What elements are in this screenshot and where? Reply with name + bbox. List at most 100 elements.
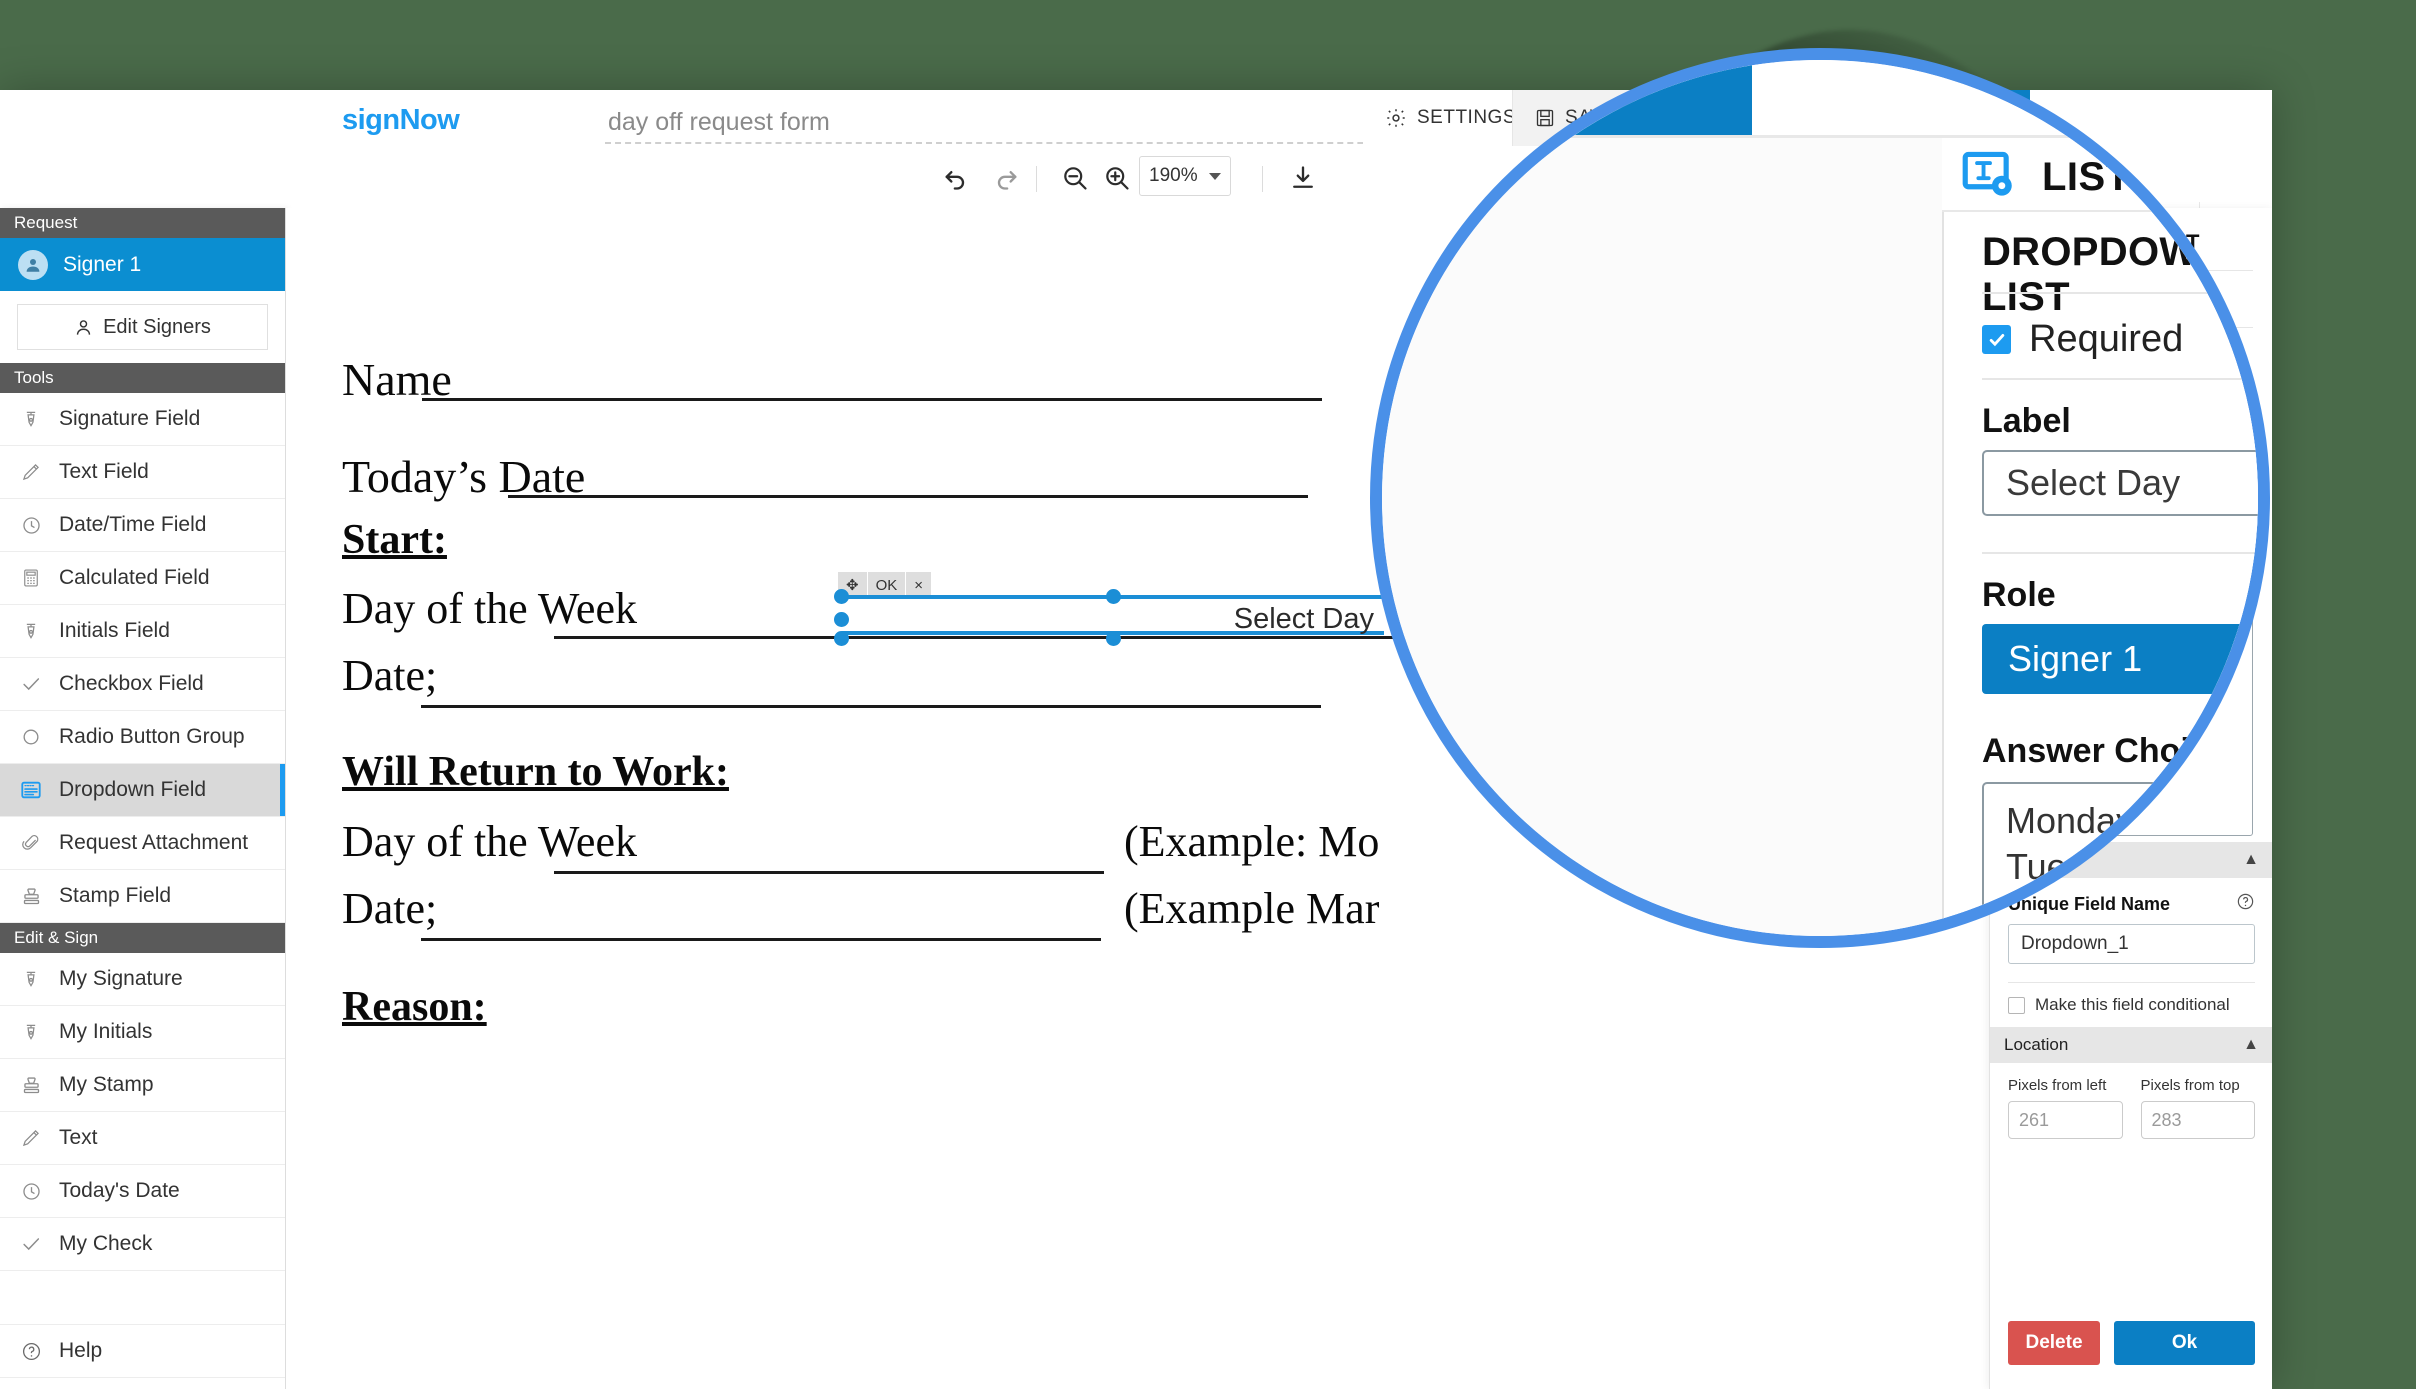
sidebar-item-label: Signature Field <box>59 407 201 430</box>
magnifier-content: SIGN LIST DROPDOWN LIST Required Label S… <box>1382 60 2258 936</box>
sidebar-section-request: Request <box>0 208 285 238</box>
magnified-required-row[interactable]: Required <box>1982 318 2183 361</box>
person-icon <box>74 318 93 337</box>
doc-label-return-day-of-week: Day of the Week <box>342 817 637 866</box>
conditional-label: Make this field conditional <box>2035 995 2230 1014</box>
doc-rule-todays-date <box>508 495 1308 498</box>
magnified-required-label: Required <box>2029 318 2184 360</box>
doc-heading-reason: Reason: <box>342 984 487 1030</box>
location-heading: Location <box>2004 1035 2069 1054</box>
clock-icon <box>18 1181 44 1202</box>
calculator-icon <box>18 568 44 588</box>
sidebar-item-label: Date/Time Field <box>59 513 207 536</box>
document-title[interactable]: day off request form <box>608 108 830 137</box>
pen-nib-icon <box>18 969 44 989</box>
sidebar-item-request-attachment[interactable]: Request Attachment <box>0 817 285 870</box>
ok-button[interactable]: Ok <box>2114 1321 2255 1365</box>
sidebar-item-date-time-field[interactable]: Date/Time Field <box>0 499 285 552</box>
stamp-icon <box>18 1075 44 1096</box>
field-widget-label: Select Day <box>1233 603 1374 635</box>
resize-handle-bottom-center[interactable] <box>1106 631 1121 646</box>
doc-note-example-day: (Example: Mo <box>1124 817 1380 866</box>
resize-handle-bottom-left[interactable] <box>834 631 849 646</box>
zoom-level-value: 190% <box>1149 165 1198 186</box>
sidebar-item-signer-1[interactable]: Signer 1 <box>0 238 285 291</box>
sidebar-item-label: Initials Field <box>59 619 170 642</box>
pixels-from-left-input[interactable]: 261 <box>2008 1101 2123 1139</box>
download-icon[interactable] <box>1285 162 1321 194</box>
sidebar-item-initials-field[interactable]: Initials Field <box>0 605 285 658</box>
check-icon <box>18 1233 44 1255</box>
doc-label-start-date: Date; <box>342 651 438 700</box>
sidebar-item-label: Signer 1 <box>63 252 142 276</box>
magnifier-loupe: SIGN LIST DROPDOWN LIST Required Label S… <box>1370 48 2270 948</box>
sidebar-item-dropdown-field[interactable]: Dropdown Field <box>0 764 285 817</box>
magnified-required-checkbox[interactable] <box>1982 325 2011 354</box>
location-section-header[interactable]: Location ▲ <box>1990 1027 2272 1063</box>
sidebar-section-tools: Tools <box>0 363 285 393</box>
pen-nib-icon <box>18 409 44 429</box>
sidebar-item-label: Dropdown Field <box>59 778 207 801</box>
sidebar-item-my-stamp[interactable]: My Stamp <box>0 1059 285 1112</box>
edit-signers-button[interactable]: Edit Signers <box>17 304 268 350</box>
magnified-role-select[interactable]: Signer 1 <box>1982 624 2258 694</box>
sidebar-item-signature-field[interactable]: Signature Field <box>0 393 285 446</box>
chevron-down-icon <box>1209 172 1221 180</box>
resize-handle-top-center[interactable] <box>1106 589 1121 604</box>
sidebar-item-label: My Check <box>59 1232 153 1255</box>
magnified-answer-choice[interactable]: Tuesday <box>2006 844 2258 890</box>
sidebar-item-label: Request Attachment <box>59 831 249 854</box>
pen-nib-icon <box>18 621 44 641</box>
check-icon <box>18 673 44 695</box>
user-avatar-icon <box>18 249 48 280</box>
magnified-label-input[interactable]: Select Day <box>1982 450 2258 516</box>
paperclip-icon <box>18 833 44 853</box>
pixels-from-left-label: Pixels from left <box>2008 1077 2107 1094</box>
sidebar-item-text[interactable]: Text <box>0 1112 285 1165</box>
sidebar-item-label: Help <box>59 1339 103 1362</box>
zoom-out-icon[interactable] <box>1057 162 1093 194</box>
magnified-answer-choices-listbox[interactable]: Monday Tuesday Wednesday Thursday Friday <box>1982 782 2258 936</box>
resize-handle-middle-left[interactable] <box>834 612 849 627</box>
doc-note-example-date: (Example Mar <box>1124 884 1380 933</box>
magnified-role-value: Signer 1 <box>2008 638 2143 679</box>
redo-icon[interactable] <box>988 162 1024 194</box>
sidebar-item-label: Text <box>59 1126 98 1149</box>
doc-rule-start-date <box>421 705 1321 708</box>
sidebar-item-label: My Initials <box>59 1020 153 1043</box>
clock-icon <box>18 515 44 536</box>
sidebar-item-label: Calculated Field <box>59 566 210 589</box>
delete-button[interactable]: Delete <box>2008 1321 2100 1365</box>
sidebar-item-label: Text Field <box>59 460 149 483</box>
sidebar-item-calculated-field[interactable]: Calculated Field <box>0 552 285 605</box>
sidebar-item-radio-button-group[interactable]: Radio Button Group <box>0 711 285 764</box>
sidebar-item-label: My Stamp <box>59 1073 154 1096</box>
zoom-in-icon[interactable] <box>1099 162 1135 194</box>
pen-nib-icon <box>18 1022 44 1042</box>
conditional-checkbox[interactable] <box>2008 996 2025 1014</box>
resize-handle-top-left[interactable] <box>834 589 849 604</box>
sidebar-item-my-initials[interactable]: My Initials <box>0 1006 285 1059</box>
sidebar-item-my-check[interactable]: My Check <box>0 1218 285 1271</box>
undo-icon[interactable] <box>938 162 974 194</box>
sidebar-item-text-field[interactable]: Text Field <box>0 446 285 499</box>
zoom-level-select[interactable]: 190% <box>1139 156 1231 196</box>
pencil-icon <box>18 462 44 482</box>
magnified-field-settings-icon[interactable] <box>1962 150 2018 207</box>
magnified-answer-choice[interactable]: Wednesday <box>2006 889 2258 935</box>
dropdown-field-widget[interactable]: Select Day <box>834 589 1384 646</box>
magnified-panel-title-top: LIST <box>2042 155 2131 199</box>
sidebar-item-todays-date[interactable]: Today's Date <box>0 1165 285 1218</box>
magnified-panel-title: DROPDOWN LIST <box>1982 230 2227 319</box>
sidebar-item-my-signature[interactable]: My Signature <box>0 953 285 1006</box>
sidebar-item-stamp-field[interactable]: Stamp Field <box>0 870 285 923</box>
doc-rule-return-day-of-week <box>554 871 1104 874</box>
sidebar-item-label: My Signature <box>59 967 183 990</box>
magnified-invite-label: SIGN <box>1517 55 1629 104</box>
sidebar-item-help[interactable]: Help <box>0 1325 285 1378</box>
doc-rule-return-date <box>421 938 1101 941</box>
sidebar-item-checkbox-field[interactable]: Checkbox Field <box>0 658 285 711</box>
left-sidebar: Request Signer 1 Edit Signers Tools Sign… <box>0 208 286 1389</box>
magnified-answer-choice[interactable]: Monday <box>2006 798 2258 844</box>
pixels-from-top-input[interactable]: 283 <box>2140 1101 2255 1139</box>
